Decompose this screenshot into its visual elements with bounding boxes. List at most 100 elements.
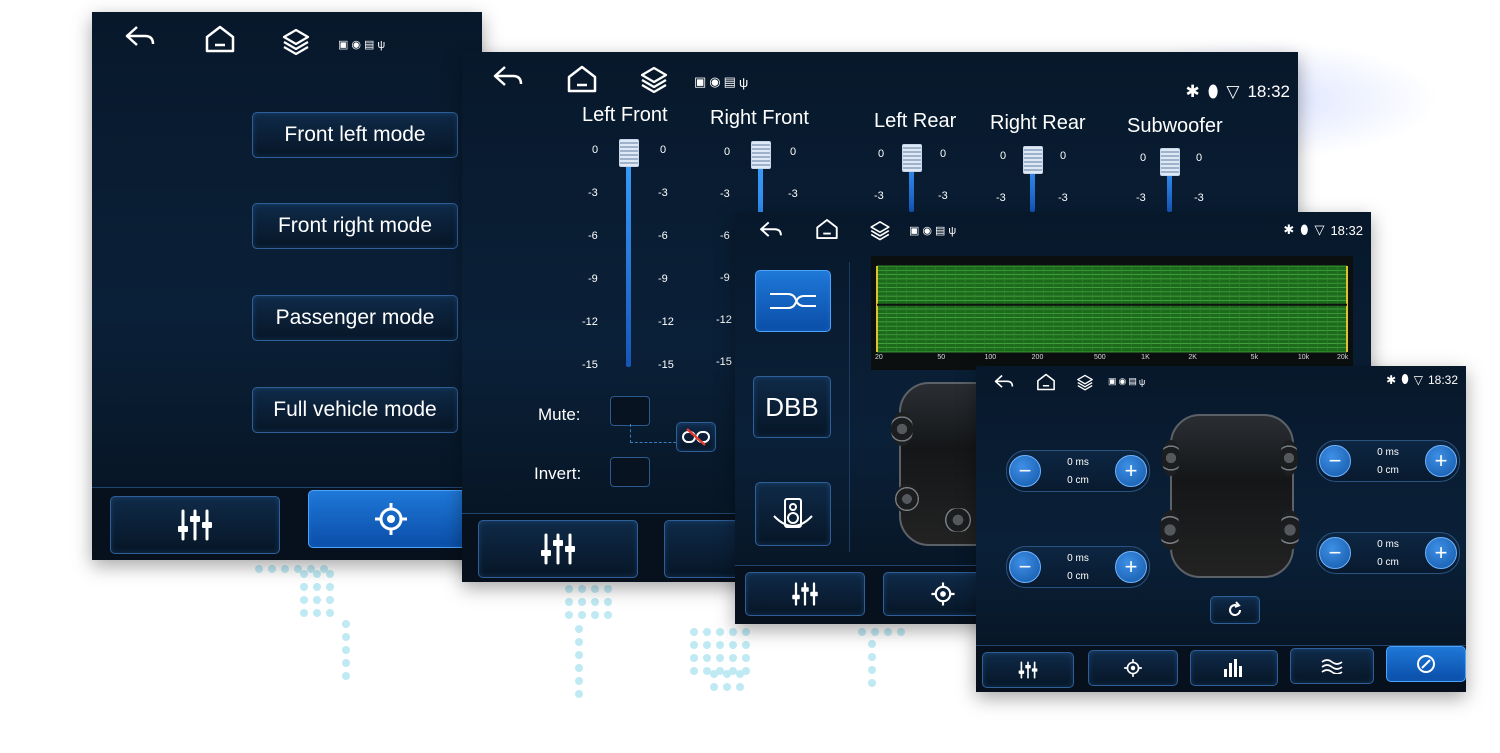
decorative-dots (710, 670, 744, 691)
sliders-icon (792, 582, 818, 606)
clock: 18:32 (1330, 222, 1363, 238)
scale-tick: 0 (1196, 152, 1203, 164)
tab-time-delay[interactable] (1386, 646, 1466, 682)
clock: 18:32 (1247, 82, 1290, 101)
increase-button[interactable]: + (1425, 537, 1457, 569)
level-slider-knob[interactable] (1160, 148, 1180, 176)
level-slider-left-front[interactable] (626, 147, 631, 367)
decorative-dots (868, 640, 876, 687)
increase-button[interactable]: + (1115, 455, 1147, 487)
home-icon[interactable] (564, 62, 600, 96)
level-slider-knob[interactable] (1023, 146, 1043, 174)
unlink-button[interactable] (676, 422, 716, 452)
disc-icon: ◉ (351, 39, 362, 51)
level-slider-knob[interactable] (902, 144, 922, 172)
speaker-icon (895, 484, 919, 514)
layers-icon[interactable] (1074, 372, 1096, 392)
eq-frequency-label: 500 (1094, 354, 1106, 361)
layers-icon[interactable] (867, 218, 893, 242)
scale-tick: -3 (1194, 192, 1204, 204)
eq-frequency-label: 100 (984, 354, 997, 361)
eq-graph[interactable] (871, 256, 1353, 370)
scale-tick: -3 (720, 188, 730, 200)
scale-tick: -6 (658, 230, 668, 242)
dbb-button[interactable]: DBB (753, 376, 831, 438)
disc-icon: ◉ (922, 225, 933, 237)
crossover-button[interactable] (755, 270, 831, 332)
bluetooth-icon: ✱ (1283, 222, 1295, 237)
speaker-button[interactable] (755, 482, 831, 546)
eq-frequency-axis: 20 50 100 200 500 1K 2K 5k 10k 20k (871, 354, 1353, 364)
speaker-icon (773, 498, 813, 528)
increase-button[interactable]: + (1425, 445, 1457, 477)
scale-tick: -3 (938, 190, 948, 202)
mute-checkbox[interactable] (610, 396, 650, 426)
mute-label: Mute: (538, 405, 581, 424)
back-icon[interactable] (757, 218, 785, 242)
eq-frequency-label: 200 (1031, 354, 1044, 361)
scale-tick: -12 (716, 314, 732, 326)
wave-icon (1321, 659, 1343, 674)
tab-position[interactable] (1088, 650, 1178, 686)
increase-button[interactable]: + (1115, 551, 1147, 583)
eq-grid (876, 265, 1348, 353)
speaker-icon (941, 508, 975, 532)
tab-balance[interactable] (478, 520, 638, 578)
home-icon[interactable] (202, 22, 238, 56)
scale-tick: -12 (582, 316, 598, 328)
scale-tick: -3 (1058, 192, 1068, 204)
wifi-icon: ▽ (1314, 222, 1325, 237)
level-slider-knob[interactable] (751, 141, 771, 169)
photo-icon: ▣ (694, 74, 707, 89)
scale-tick: -3 (658, 187, 668, 199)
speaker-icon (891, 412, 913, 446)
mode-select-screen: ▣ ◉ ▤ ψ Front left mode Front right mode… (92, 12, 482, 560)
back-icon[interactable] (490, 62, 526, 92)
scale-tick: -15 (716, 356, 732, 368)
scale-tick: 0 (1000, 150, 1007, 162)
usb-icon: ψ (1138, 376, 1146, 387)
tab-position[interactable] (308, 490, 474, 548)
channel-label-subwoofer: Subwoofer (1127, 115, 1223, 137)
channel-label-left-front: Left Front (582, 104, 668, 126)
mode-button-front-right[interactable]: Front right mode (252, 203, 458, 249)
scale-tick: -3 (788, 188, 798, 200)
home-icon[interactable] (813, 216, 841, 242)
level-slider-knob[interactable] (619, 139, 639, 167)
disc-icon: ◉ (709, 74, 721, 89)
back-icon[interactable] (992, 372, 1016, 392)
disc-icon: ◉ (1118, 376, 1127, 386)
status-bar: ▣ ◉ ▤ ψ ✱ ⬮ ▽ 18:32 (735, 212, 1371, 252)
home-icon[interactable] (1034, 371, 1058, 393)
eq-frequency-label: 20 (875, 354, 883, 361)
tab-sound-field[interactable] (1290, 648, 1374, 684)
scale-tick: -6 (720, 230, 730, 242)
photo-icon: ▣ (909, 225, 920, 237)
layers-icon[interactable] (280, 26, 312, 56)
back-icon[interactable] (122, 22, 158, 52)
equalizer-icon (1224, 659, 1242, 677)
mode-button-passenger[interactable]: Passenger mode (252, 295, 458, 341)
link-line (630, 424, 681, 443)
target-icon (1124, 659, 1142, 677)
tab-equalizer[interactable] (1190, 650, 1278, 686)
car-top-view (1170, 414, 1294, 578)
mode-button-full-vehicle[interactable]: Full vehicle mode (252, 387, 458, 433)
eq-frequency-label: 2K (1188, 354, 1197, 361)
tab-balance[interactable] (982, 652, 1074, 688)
tab-balance[interactable] (745, 572, 865, 616)
channel-label-right-rear: Right Rear (990, 112, 1086, 134)
invert-label: Invert: (534, 464, 582, 483)
photo-icon: ▣ (338, 39, 349, 51)
invert-checkbox[interactable] (610, 457, 650, 487)
scale-tick: 0 (724, 146, 731, 158)
delay-control-front-left: − 0 ms 0 cm + (1006, 450, 1150, 492)
reset-button[interactable] (1210, 596, 1260, 624)
usb-icon: ψ (948, 224, 957, 237)
layers-icon[interactable] (638, 64, 670, 94)
scale-tick: 0 (878, 148, 885, 160)
location-icon: ⬮ (1401, 372, 1409, 386)
scale-tick: 0 (1060, 150, 1067, 162)
mode-button-front-left[interactable]: Front left mode (252, 112, 458, 158)
tab-balance[interactable] (110, 496, 280, 554)
